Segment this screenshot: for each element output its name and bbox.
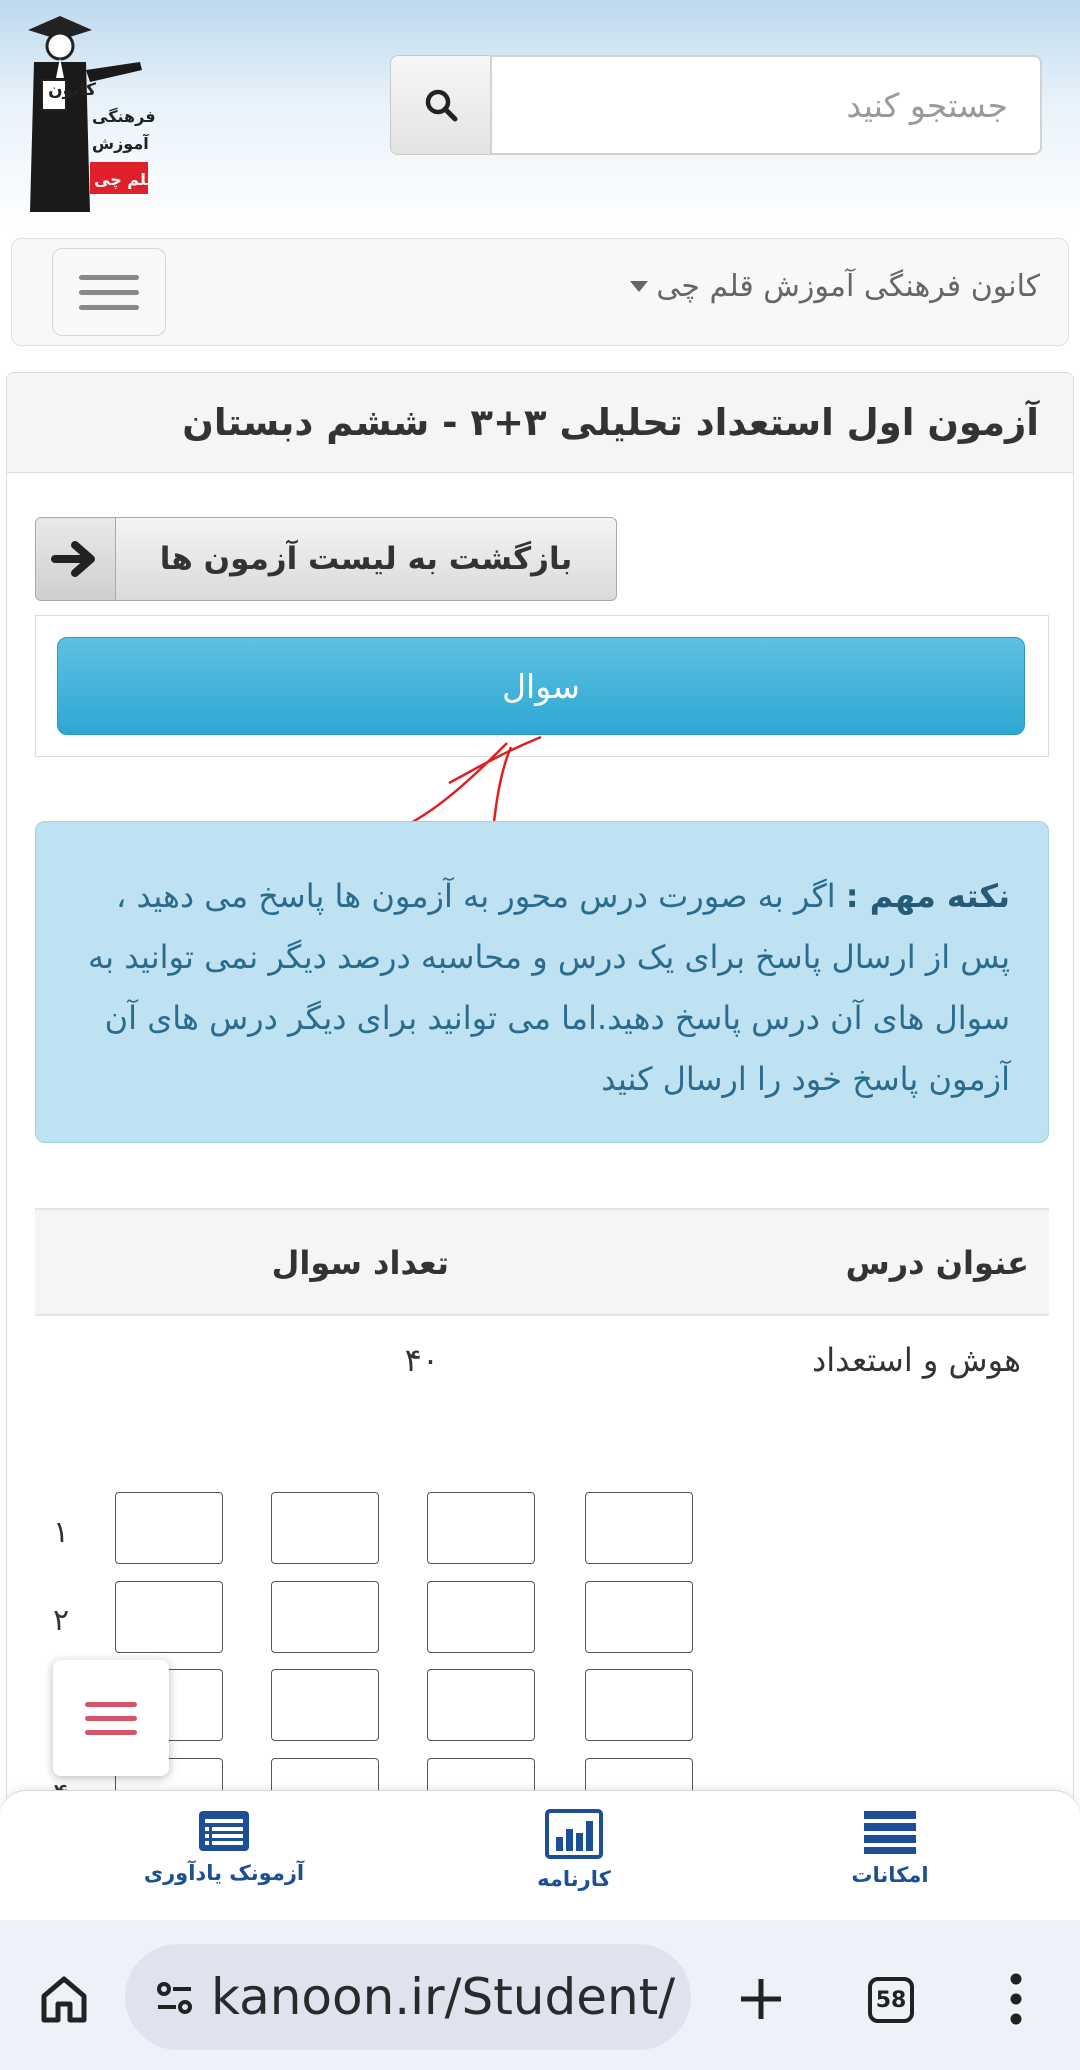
- hamburger-line: [79, 274, 139, 280]
- svg-text:قلم چی: قلم چی: [94, 170, 157, 190]
- menu-line: [85, 1715, 137, 1721]
- tab-count-label: 58: [875, 1987, 907, 2013]
- important-note-alert: نکته مهم : اگر به صورت درس محور به آزمون…: [35, 821, 1049, 1143]
- search-bar: [390, 55, 1042, 155]
- table-header: عنوان درس تعداد سوال: [35, 1208, 1049, 1316]
- brand-label: کانون فرهنگی آموزش قلم چی: [656, 269, 1040, 304]
- site-header: کانون فرهنگی آموزش قلم چی: [0, 0, 1080, 232]
- lesson-title-cell: هوش و استعداد: [812, 1341, 1021, 1379]
- column-header-title: عنوان درس: [845, 1244, 1029, 1282]
- list-card-icon: [199, 1811, 249, 1851]
- brand-dropdown[interactable]: کانون فرهنگی آموزش قلم چی: [630, 269, 1040, 304]
- tab-label: آزمونک یادآوری: [143, 1861, 305, 1885]
- bar-chart-icon: [545, 1809, 603, 1859]
- row-number: ۱: [53, 1515, 70, 1550]
- note-label: نکته مهم :: [845, 877, 1010, 915]
- svg-text:آموزش: آموزش: [92, 133, 149, 153]
- menu-toggle-button[interactable]: [52, 248, 166, 336]
- answer-option-box[interactable]: [585, 1581, 693, 1653]
- svg-text:فرهنگی: فرهنگی: [92, 107, 156, 126]
- home-icon[interactable]: [38, 1974, 90, 2024]
- tab-features[interactable]: امکانات: [770, 1809, 1010, 1887]
- answer-option-box[interactable]: [427, 1581, 535, 1653]
- tab-label: کارنامه: [537, 1867, 611, 1891]
- answer-option-box[interactable]: [271, 1669, 379, 1741]
- answer-option-box[interactable]: [115, 1581, 223, 1653]
- tab-label: امکانات: [851, 1863, 929, 1887]
- address-bar[interactable]: kanoon.ir/Student/: [125, 1944, 691, 2050]
- hamburger-line: [79, 304, 139, 310]
- menu-bars-icon: [864, 1811, 916, 1854]
- menu-line: [85, 1729, 137, 1735]
- more-options-icon[interactable]: [1008, 1972, 1024, 2026]
- question-count-cell: ۴۰: [404, 1341, 439, 1379]
- svg-text:کانون: کانون: [48, 80, 96, 100]
- bottom-navigation: آزمونک یادآوری کارنامه امکانات: [0, 1790, 1080, 1920]
- column-header-count: تعداد سوال: [271, 1244, 449, 1282]
- search-icon: [425, 89, 458, 122]
- answer-option-box[interactable]: [585, 1669, 693, 1741]
- row-number: ۲: [53, 1603, 70, 1638]
- caret-down-icon: [630, 281, 649, 292]
- tab-switcher-button[interactable]: 58: [868, 1977, 914, 2023]
- hamburger-line: [79, 289, 139, 295]
- browser-toolbar: kanoon.ir/Student/ 58: [0, 1920, 1080, 2070]
- top-navbar: کانون فرهنگی آموزش قلم چی: [11, 238, 1069, 346]
- answer-option-box[interactable]: [427, 1669, 535, 1741]
- answer-option-box[interactable]: [271, 1492, 379, 1564]
- new-tab-icon[interactable]: [738, 1976, 784, 2022]
- answer-option-box[interactable]: [585, 1492, 693, 1564]
- tab-report-card[interactable]: کارنامه: [454, 1809, 694, 1891]
- floating-menu-button[interactable]: [53, 1660, 169, 1776]
- answer-option-box[interactable]: [271, 1581, 379, 1653]
- kanoon-logo[interactable]: کانون فرهنگی آموزش قلم چی: [20, 12, 160, 212]
- menu-line: [85, 1701, 137, 1707]
- site-settings-icon[interactable]: [155, 1978, 195, 2018]
- search-input[interactable]: [490, 55, 1042, 155]
- answer-option-box[interactable]: [427, 1492, 535, 1564]
- url-text: kanoon.ir/Student/: [211, 1968, 676, 2026]
- search-button[interactable]: [390, 55, 492, 155]
- tab-reminder-quiz[interactable]: آزمونک یادآوری: [104, 1809, 344, 1885]
- answer-option-box[interactable]: [115, 1492, 223, 1564]
